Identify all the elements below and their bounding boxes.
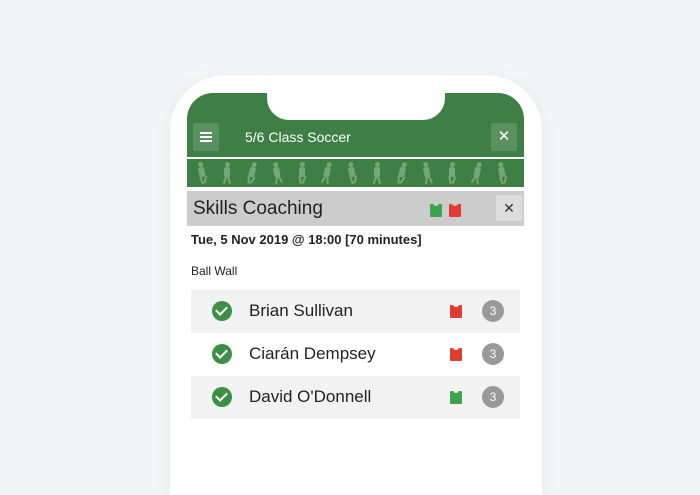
player-name: David O'Donnell: [249, 387, 372, 406]
close-icon[interactable]: ✕: [491, 123, 517, 151]
session-close-button[interactable]: ✕: [496, 195, 522, 221]
count-badge: 3: [482, 343, 504, 365]
app-screen: 5/6 Class Soccer ✕ Skills Coaching ✕ Tue…: [187, 93, 524, 420]
player-silhouette-icon: [495, 161, 509, 185]
app-title: 5/6 Class Soccer: [245, 129, 351, 145]
player-name: Ciarán Dempsey: [249, 344, 376, 363]
red-bib-icon: [449, 201, 461, 217]
player-silhouette-icon: [195, 161, 209, 185]
red-bib-icon: [450, 345, 462, 361]
player-silhouette-icon: [420, 161, 434, 185]
red-bib-icon: [450, 302, 462, 318]
player-silhouette-icon: [320, 161, 334, 185]
player-row[interactable]: Ciarán Dempsey 3: [191, 333, 520, 376]
player-list: Brian Sullivan 3 Ciarán Dempsey 3 David …: [191, 290, 520, 419]
app-header: 5/6 Class Soccer ✕: [187, 93, 524, 157]
player-silhouette-icon: [470, 161, 484, 185]
check-icon[interactable]: [212, 301, 232, 321]
player-silhouette-icon: [447, 162, 457, 185]
player-silhouette-icon: [222, 162, 232, 185]
player-name: Brian Sullivan: [249, 301, 353, 320]
player-silhouette-icon: [345, 161, 359, 185]
count-badge: 3: [482, 386, 504, 408]
activity-label: Ball Wall: [191, 264, 238, 278]
player-silhouette-icon: [270, 161, 284, 185]
hamburger-menu-icon[interactable]: [193, 123, 219, 151]
session-date: Tue, 5 Nov 2019 @ 18:00 [70 minutes]: [191, 232, 422, 247]
session-header: Skills Coaching ✕: [187, 191, 524, 226]
players-banner: [187, 157, 524, 187]
session-title: Skills Coaching: [193, 198, 323, 219]
player-silhouette-icon: [297, 162, 307, 185]
player-silhouette-icon: [245, 161, 259, 185]
phone-notch: [267, 93, 445, 120]
green-bib-icon: [450, 388, 462, 404]
green-bib-icon: [430, 201, 442, 217]
player-silhouette-icon: [372, 162, 382, 185]
player-row[interactable]: David O'Donnell 3: [191, 376, 520, 419]
player-row[interactable]: Brian Sullivan 3: [191, 290, 520, 333]
check-icon[interactable]: [212, 344, 232, 364]
player-silhouette-icon: [395, 161, 409, 185]
count-badge: 3: [482, 300, 504, 322]
check-icon[interactable]: [212, 387, 232, 407]
